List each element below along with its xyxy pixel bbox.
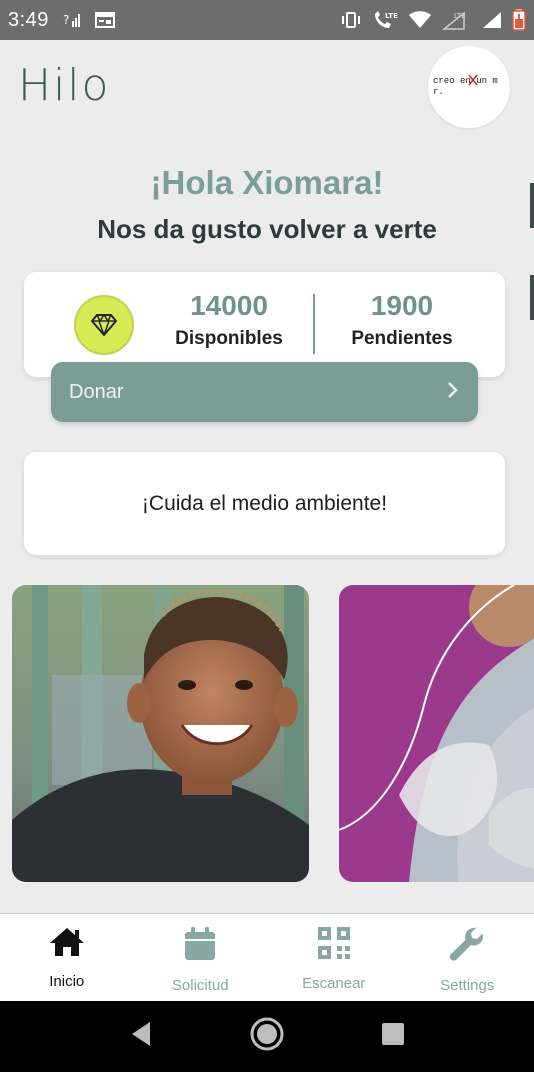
recycling-volunteer-photo — [339, 585, 534, 882]
nav-item-escanear[interactable]: Escanear — [267, 914, 401, 1001]
bottom-navigation: Inicio Solicitud Escanear Settings — [0, 913, 534, 1001]
carousel-slide-recycling[interactable] — [339, 585, 534, 882]
greeting-subtitle: Nos da gusto volver a verte — [97, 214, 437, 244]
svg-text:LTE: LTE — [385, 12, 398, 20]
smiling-boy-photo — [12, 585, 309, 882]
notification-app-icon — [94, 12, 115, 28]
wifi-icon — [408, 11, 432, 29]
diamond-badge — [74, 295, 134, 355]
pending-stat: 1900 Pendientes — [332, 290, 472, 350]
status-bar: 3:49 ? LTE LTE — [0, 0, 534, 40]
chevron-right-icon — [446, 380, 460, 405]
missed-signal-icon: ? — [63, 11, 83, 29]
image-carousel[interactable] — [0, 585, 534, 883]
status-time: 3:49 — [8, 8, 49, 31]
back-icon[interactable] — [128, 1020, 154, 1053]
greeting-title: ¡Hola Xiomara! — [150, 164, 384, 201]
system-navigation-bar — [0, 1001, 534, 1072]
nav-label-inicio: Inicio — [49, 973, 85, 990]
lte-signal-icon: LTE — [442, 10, 472, 30]
stats-divider — [313, 294, 315, 354]
pending-points-label: Pendientes — [351, 328, 453, 349]
volte-call-icon: LTE — [372, 10, 398, 30]
edge-mark-middle — [530, 275, 534, 320]
home-icon — [48, 926, 86, 963]
svg-text:?: ? — [63, 13, 69, 27]
nav-label-settings: Settings — [440, 977, 495, 994]
app-header: Hilo creo en un m r. — [0, 40, 534, 150]
carousel-slide-smiling-boy[interactable] — [12, 585, 309, 882]
environment-card[interactable]: ¡Cuida el medio ambiente! — [24, 452, 505, 555]
available-points-value: 14000 — [190, 290, 268, 321]
vibrate-icon — [340, 11, 362, 29]
nav-label-solicitud: Solicitud — [171, 977, 229, 994]
available-stat: 14000 Disponibles — [159, 290, 299, 350]
home-circle-icon[interactable] — [249, 1016, 285, 1057]
donate-label: Donar — [69, 380, 124, 403]
nav-item-settings[interactable]: Settings — [401, 914, 534, 1001]
profile-avatar[interactable]: creo en un m r. — [428, 46, 510, 128]
calendar-icon — [183, 926, 217, 967]
hilo-logo: Hilo — [18, 60, 111, 111]
pending-points-value: 1900 — [370, 290, 434, 321]
nav-item-inicio[interactable]: Inicio — [0, 914, 134, 1001]
environment-card-text: ¡Cuida el medio ambiente! — [141, 491, 388, 515]
status-right-icons: LTE LTE — [340, 9, 526, 31]
qr-code-icon — [317, 926, 351, 965]
avatar-image: creo en un m r. — [433, 74, 498, 97]
battery-icon — [512, 9, 526, 31]
wrench-icon — [448, 926, 486, 967]
recents-icon[interactable] — [380, 1021, 406, 1052]
nav-label-escanear: Escanear — [302, 975, 366, 992]
donate-button[interactable]: Donar — [51, 362, 478, 422]
diamond-icon — [91, 314, 117, 336]
svg-text:r.: r. — [433, 87, 444, 97]
status-left-icons: ? — [63, 11, 115, 29]
signal-icon — [482, 11, 502, 29]
available-points-label: Disponibles — [175, 328, 283, 349]
nav-item-solicitud[interactable]: Solicitud — [134, 914, 268, 1001]
svg-text:creo en un m: creo en un m — [433, 76, 498, 86]
